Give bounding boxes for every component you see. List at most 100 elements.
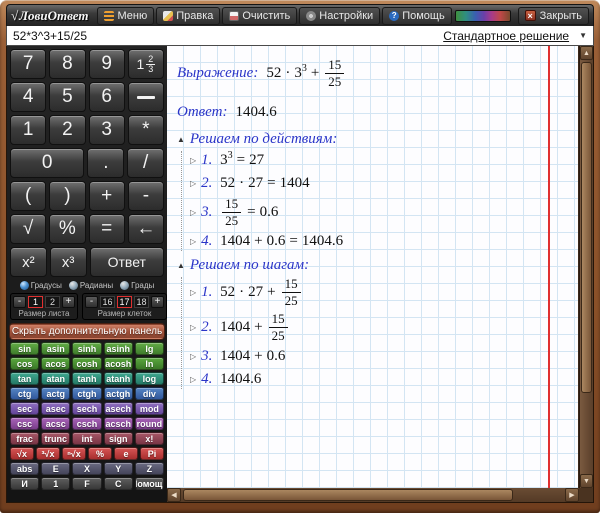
- cell-size-value-18[interactable]: 18: [134, 296, 149, 308]
- fn-key-E[interactable]: E: [41, 462, 70, 475]
- fn-key-Z[interactable]: Z: [135, 462, 164, 475]
- cell-size-increase-button[interactable]: +: [151, 296, 164, 308]
- hide-extra-panel-button[interactable]: Скрыть дополнительную панель: [10, 324, 164, 339]
- fn-key-atanh[interactable]: atanh: [104, 372, 133, 385]
- fn-key-acsc[interactable]: acsc: [41, 417, 70, 430]
- horizontal-scroll-thumb[interactable]: [183, 489, 513, 501]
- fn-key-mod[interactable]: mod: [135, 402, 164, 415]
- fn-key-cos[interactable]: cos: [10, 357, 39, 370]
- key-8[interactable]: 8: [49, 49, 85, 79]
- fn-key-int[interactable]: int: [72, 432, 101, 445]
- fn-key-asec[interactable]: asec: [41, 402, 70, 415]
- fn-key-frac[interactable]: frac: [10, 432, 39, 445]
- key-x³[interactable]: x³: [50, 247, 87, 277]
- key-7[interactable]: 7: [10, 49, 46, 79]
- dropdown-arrow-icon[interactable]: ▼: [579, 31, 587, 40]
- solution-mode-select[interactable]: Стандартное решение: [443, 29, 569, 43]
- fn-key-asinh[interactable]: asinh: [104, 342, 133, 355]
- fn-key-ln[interactable]: ln: [135, 357, 164, 370]
- fn-key-actg[interactable]: actg: [41, 387, 70, 400]
- fn-key-round[interactable]: round: [135, 417, 164, 430]
- step-toggle-icon[interactable]: ▷: [190, 375, 196, 384]
- fn-key-sech[interactable]: sech: [72, 402, 101, 415]
- step-toggle-icon[interactable]: ▷: [190, 208, 196, 217]
- fn-key-abs[interactable]: abs: [10, 462, 39, 475]
- angle-option-Грады[interactable]: Грады: [120, 281, 154, 290]
- fn-key-ⁿ√x[interactable]: ⁿ√x: [62, 447, 86, 460]
- scroll-up-icon[interactable]: ▲: [580, 46, 593, 60]
- key-=[interactable]: =: [89, 214, 125, 244]
- horizontal-scrollbar[interactable]: ◀ ▶: [167, 488, 579, 502]
- key-x²[interactable]: x²: [10, 247, 47, 277]
- fn-key-atan[interactable]: atan: [41, 372, 70, 385]
- cell-size-decrease-button[interactable]: -: [85, 296, 98, 308]
- step-toggle-icon[interactable]: ▷: [190, 288, 196, 297]
- step-toggle-icon[interactable]: ▷: [190, 237, 196, 246]
- sheet-size-decrease-button[interactable]: -: [13, 296, 26, 308]
- fn-key-actgh[interactable]: actgh: [104, 387, 133, 400]
- cell-size-value-16[interactable]: 16: [100, 296, 115, 308]
- fn-key-sign[interactable]: sign: [104, 432, 133, 445]
- key-%[interactable]: %: [49, 214, 85, 244]
- key--[interactable]: -: [128, 181, 164, 211]
- fn-key-ctg[interactable]: ctg: [10, 387, 39, 400]
- close-button[interactable]: × Закрыть: [518, 7, 589, 25]
- key-4[interactable]: 4: [10, 82, 46, 112]
- fn-key-³√x[interactable]: ³√x: [36, 447, 60, 460]
- scroll-left-icon[interactable]: ◀: [167, 488, 181, 502]
- vertical-scroll-thumb[interactable]: [581, 62, 592, 393]
- scroll-down-icon[interactable]: ▼: [580, 474, 593, 488]
- menu-item-Настройки[interactable]: Настройки: [299, 7, 380, 25]
- section-toggle-icon[interactable]: ▲: [177, 261, 185, 270]
- key-([interactable]: (: [10, 181, 46, 211]
- sheet-size-increase-button[interactable]: +: [62, 296, 75, 308]
- key-9[interactable]: 9: [89, 49, 125, 79]
- fn-key-asech[interactable]: asech: [104, 402, 133, 415]
- step-toggle-icon[interactable]: ▷: [190, 323, 196, 332]
- scroll-right-icon[interactable]: ▶: [565, 488, 579, 502]
- horizontal-scroll-track[interactable]: [181, 488, 565, 502]
- expression-input[interactable]: [13, 29, 435, 43]
- vertical-scrollbar[interactable]: ▲ ▼: [579, 46, 593, 488]
- key-6[interactable]: 6: [89, 82, 125, 112]
- fn-key-C[interactable]: C: [104, 477, 133, 490]
- fn-key-1[interactable]: 1: [41, 477, 70, 490]
- fn-key-X[interactable]: X: [72, 462, 101, 475]
- key-2[interactable]: 2: [49, 115, 85, 145]
- step-toggle-icon[interactable]: ▷: [190, 352, 196, 361]
- fn-key-csc[interactable]: csc: [10, 417, 39, 430]
- menu-item-Очистить[interactable]: Очистить: [222, 7, 297, 25]
- fn-key-sin[interactable]: sin: [10, 342, 39, 355]
- fn-key-acos[interactable]: acos: [41, 357, 70, 370]
- fn-key-div[interactable]: div: [135, 387, 164, 400]
- key-1[interactable]: 1: [10, 115, 46, 145]
- fn-key-Помощь[interactable]: Помощь: [135, 477, 164, 490]
- fn-key-trunc[interactable]: trunc: [41, 432, 70, 445]
- key-3[interactable]: 3: [89, 115, 125, 145]
- fn-key-√x[interactable]: √x: [10, 447, 34, 460]
- key-0[interactable]: 0: [10, 148, 84, 178]
- step-toggle-icon[interactable]: ▷: [190, 179, 196, 188]
- angle-option-Радианы[interactable]: Радианы: [69, 281, 113, 290]
- key-5[interactable]: 5: [49, 82, 85, 112]
- mixed-fraction-key[interactable]: 123: [128, 49, 164, 79]
- menu-item-Помощь[interactable]: ?Помощь: [382, 7, 452, 25]
- key-*[interactable]: *: [128, 115, 164, 145]
- key-/[interactable]: /: [127, 148, 164, 178]
- fn-key-acsch[interactable]: acsch: [104, 417, 133, 430]
- section-toggle-icon[interactable]: ▲: [177, 135, 185, 144]
- fn-key-ctgh[interactable]: ctgh: [72, 387, 101, 400]
- fn-key-tan[interactable]: tan: [10, 372, 39, 385]
- fn-key-cosh[interactable]: cosh: [72, 357, 101, 370]
- fn-key-%[interactable]: %: [88, 447, 112, 460]
- fn-key-asin[interactable]: asin: [41, 342, 70, 355]
- cell-size-value-17[interactable]: 17: [117, 296, 132, 308]
- fn-key-csch[interactable]: csch: [72, 417, 101, 430]
- sheet-size-value-2[interactable]: 2: [45, 296, 60, 308]
- fn-key-F[interactable]: F: [72, 477, 101, 490]
- key-.[interactable]: .: [87, 148, 124, 178]
- fn-key-tanh[interactable]: tanh: [72, 372, 101, 385]
- menu-item-Правка[interactable]: Правка: [156, 7, 220, 25]
- key-)[interactable]: ): [49, 181, 85, 211]
- fn-key-acosh[interactable]: acosh: [104, 357, 133, 370]
